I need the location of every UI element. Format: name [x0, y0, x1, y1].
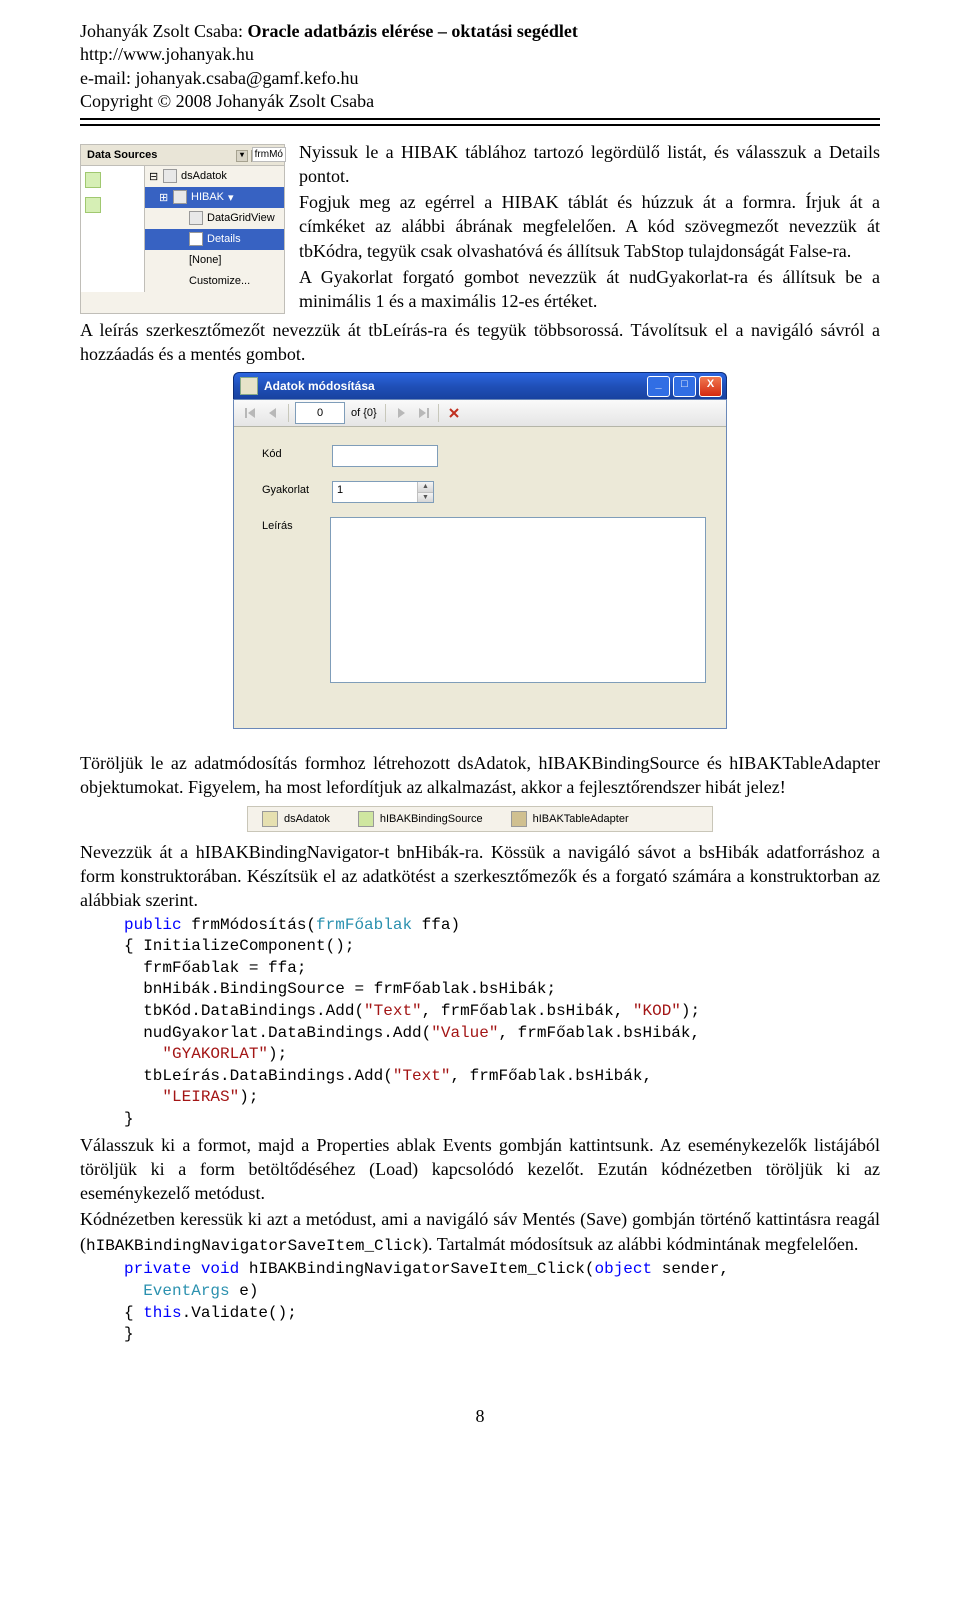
code-block-2: private void hIBAKBindingNavigatorSaveIt…	[124, 1259, 880, 1345]
input-gyakorlat[interactable]: 1 ▲▼	[332, 481, 434, 503]
ds-frm-tag: frmMó	[252, 147, 286, 162]
header-email: e-mail: johanyak.csaba@gamf.kefo.hu	[80, 67, 880, 90]
ds-toolbar-icon-1	[85, 172, 101, 188]
doc-title: Oracle adatbázis elérése – oktatási segé…	[247, 21, 577, 41]
component-tableadapter[interactable]: hIBAKTableAdapter	[497, 811, 643, 827]
label-kod: Kód	[262, 445, 332, 460]
paragraph-2: Töröljük le az adatmódosítás formhoz lét…	[80, 751, 880, 800]
header-copyright: Copyright © 2008 Johanyák Zsolt Csaba	[80, 90, 880, 113]
window-title: Adatok módosítása	[264, 379, 375, 393]
binding-navigator: of {0}	[234, 400, 726, 427]
nav-delete-button[interactable]	[444, 403, 464, 423]
ds-item-customize[interactable]: Customize...	[145, 271, 284, 292]
component-bindingsource[interactable]: hIBAKBindingSource	[344, 811, 497, 827]
nav-last-button[interactable]	[413, 403, 433, 423]
paragraph-4: Válasszuk ki a formot, majd a Properties…	[80, 1133, 880, 1206]
dataset-icon	[262, 811, 278, 827]
label-gyakorlat: Gyakorlat	[262, 481, 332, 496]
window-minimize-button[interactable]: _	[647, 376, 670, 397]
paragraph-1d: A leírás szerkesztőmezőt nevezzük át tbL…	[80, 318, 880, 367]
nav-prev-button[interactable]	[263, 403, 283, 423]
grid-icon	[189, 211, 203, 225]
spin-down-button[interactable]: ▼	[417, 493, 433, 503]
inline-code: hIBAKBindingNavigatorSaveItem_Click	[86, 1237, 422, 1255]
ds-toolbar	[81, 166, 145, 292]
details-icon	[189, 232, 203, 246]
input-kod[interactable]	[332, 445, 438, 467]
bindingsource-icon	[358, 811, 374, 827]
ds-item-details[interactable]: Details	[145, 229, 284, 250]
header-rule-bottom	[80, 124, 880, 126]
input-leiras[interactable]	[330, 517, 706, 683]
header-rule-top	[80, 118, 880, 120]
paragraph-3: Nevezzük át a hIBAKBindingNavigator-t bn…	[80, 840, 880, 913]
nav-first-button[interactable]	[241, 403, 261, 423]
ds-item-datagridview[interactable]: DataGridView	[145, 208, 284, 229]
header-url: http://www.johanyak.hu	[80, 43, 880, 66]
ds-toolbar-icon-2	[85, 197, 101, 213]
table-icon	[173, 190, 187, 204]
component-dsadatok[interactable]: dsAdatok	[248, 811, 344, 827]
window-close-button[interactable]: X	[699, 376, 722, 397]
author-name: Johanyák Zsolt Csaba:	[80, 21, 243, 41]
screenshot-component-tray: dsAdatok hIBAKBindingSource hIBAKTableAd…	[247, 806, 713, 832]
screenshot-data-sources: Data Sources ▾▫× frmMó ⊟dsAdatok ⊞HIBAK▾…	[80, 144, 285, 314]
page-header: Johanyák Zsolt Csaba: Oracle adatbázis e…	[80, 0, 880, 114]
nav-count-label: of {0}	[351, 407, 377, 419]
nav-next-button[interactable]	[391, 403, 411, 423]
nav-position-input[interactable]	[295, 402, 345, 424]
paragraph-5: Kódnézetben keressük ki azt a metódust, …	[80, 1207, 880, 1257]
screenshot-form-modositas: Adatok módosítása _ □ X of {0} Kód Gyako…	[233, 372, 727, 729]
window-maximize-button[interactable]: □	[673, 376, 696, 397]
ds-node-dsadatok[interactable]: ⊟dsAdatok	[145, 166, 284, 187]
ds-node-hibak[interactable]: ⊞HIBAK▾	[145, 187, 284, 208]
gyakorlat-value: 1	[333, 482, 417, 502]
ds-panel-title: Data Sources	[87, 149, 157, 161]
spin-up-button[interactable]: ▲	[417, 482, 433, 493]
app-icon	[240, 377, 258, 395]
code-block-1: public frmMódosítás(frmFőablak ffa) { In…	[124, 915, 880, 1131]
ds-item-none[interactable]: [None]	[145, 250, 284, 271]
label-leiras: Leírás	[262, 517, 330, 532]
dataset-icon	[163, 169, 177, 183]
page-number: 8	[80, 1406, 880, 1427]
tableadapter-icon	[511, 811, 527, 827]
